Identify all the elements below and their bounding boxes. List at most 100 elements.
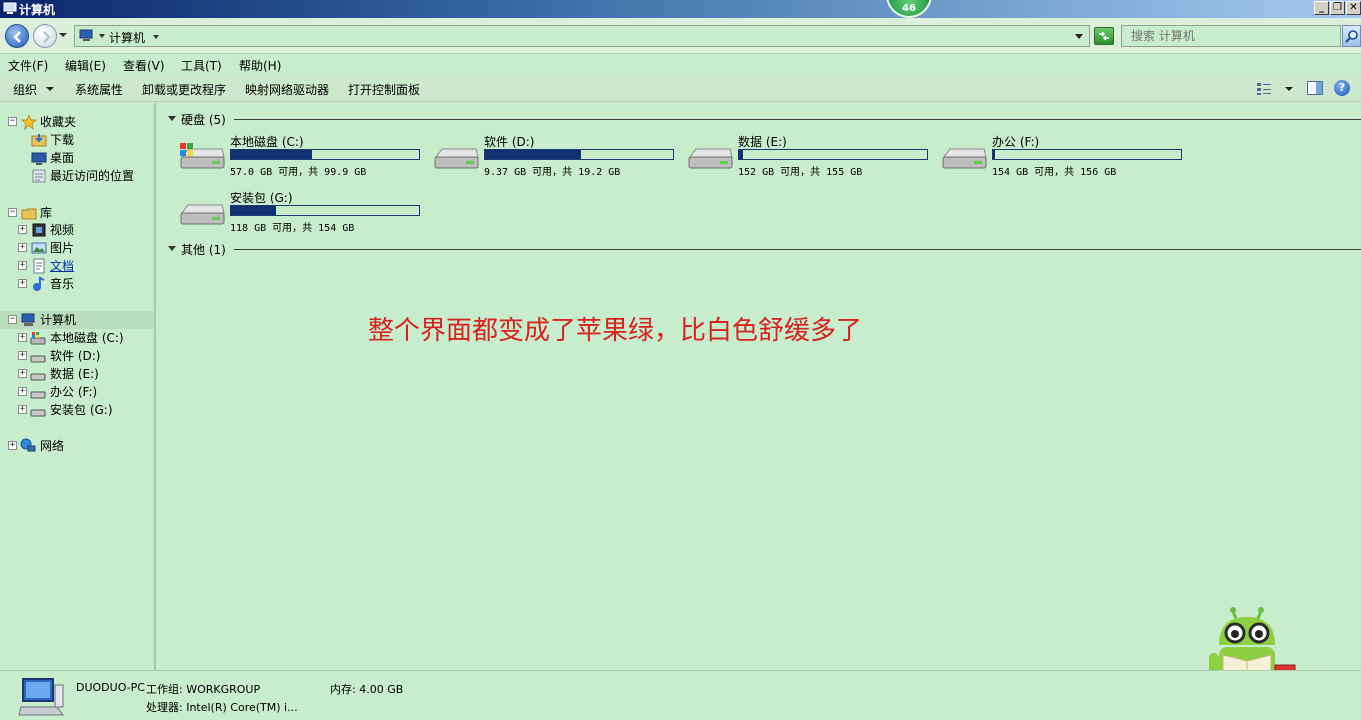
tree-music[interactable]: + 音乐 [0,275,154,293]
tree-desktop[interactable]: 桌面 [0,149,154,167]
tree-drive-e[interactable]: + 数据 (E:) [0,365,154,383]
drive-tile[interactable]: 软件 (D:) 9.37 GB 可用，共 19.2 GB [432,133,682,179]
drive-tile[interactable]: 数据 (E:) 152 GB 可用，共 155 GB [686,133,936,179]
expand-icon[interactable]: + [18,369,27,378]
forward-arrow-icon [43,31,51,43]
expand-icon[interactable]: + [18,351,27,360]
open-control-panel-button[interactable]: 打开控制面板 [348,81,420,98]
tree-label: 计算机 [40,313,77,327]
preview-pane-icon[interactable] [1307,81,1323,95]
hard-drive-icon [30,355,46,363]
tree-label: 收藏夹 [40,115,77,129]
tree-network[interactable]: + 网络 [0,437,154,455]
tree-favorites[interactable]: − 收藏夹 [0,113,154,131]
drive-tile[interactable]: 本地磁盘 (C:) 57.0 GB 可用，共 99.9 GB [178,133,428,179]
drive-name: 本地磁盘 (C:) [230,135,304,149]
refresh-button[interactable] [1094,27,1114,45]
notification-badge[interactable]: 46 [886,0,932,18]
expand-icon[interactable]: + [18,243,27,252]
chevron-down-icon[interactable] [99,34,105,38]
system-drive-icon [180,143,225,169]
tree-label: 本地磁盘 (C:) [50,331,124,345]
tree-computer[interactable]: − 计算机 [0,311,154,329]
collapse-icon[interactable]: − [8,208,17,217]
command-bar: 组织 系统属性 卸载或更改程序 映射网络驱动器 打开控制面板 ? [0,76,1361,102]
help-icon[interactable]: ? [1334,80,1350,96]
drive-usage-bar [230,149,420,160]
close-button[interactable]: ✕ [1346,1,1361,15]
tree-label: 下载 [50,133,75,147]
search-field[interactable] [1121,25,1341,47]
drive-usage-fill [739,150,743,159]
star-icon [21,114,37,130]
minimize-button[interactable]: _ [1314,1,1329,15]
chevron-down-icon [168,246,176,251]
tree-pictures[interactable]: + 图片 [0,239,154,257]
tree-label: 网络 [40,439,65,453]
expand-icon[interactable]: + [18,261,27,270]
tree-drive-g[interactable]: + 安装包 (G:) [0,401,154,419]
collapse-icon[interactable]: − [8,117,17,126]
search-button[interactable] [1342,25,1361,47]
address-toolbar: 计算机 [0,18,1361,54]
back-button[interactable] [5,24,29,48]
expand-icon[interactable]: + [18,333,27,342]
search-input[interactable] [1122,26,1340,46]
menu-help[interactable]: 帮助(H) [239,57,281,74]
details-pane: DUODUO-PC 工作组: WORKGROUP 内存: 4.00 GB 处理器… [0,670,1361,720]
expand-icon[interactable]: + [18,387,27,396]
tree-drive-c[interactable]: + 本地磁盘 (C:) [0,329,154,347]
expand-icon[interactable]: + [18,279,27,288]
drive-usage-bar [992,149,1182,160]
tree-drive-f[interactable]: + 办公 (F:) [0,383,154,401]
hard-drive-icon [434,148,479,169]
drive-tile[interactable]: 办公 (F:) 154 GB 可用，共 156 GB [940,133,1190,179]
hard-drive-icon [30,373,46,381]
breadcrumb-computer[interactable]: 计算机 [109,29,145,46]
group-header-hard-disks[interactable]: 硬盘 (5) [168,111,1361,127]
address-history-dropdown[interactable] [1075,34,1083,39]
menu-tools[interactable]: 工具(T) [181,57,222,74]
computer-icon [21,313,35,326]
group-label: 其他 (1) [181,243,226,257]
tree-label: 办公 (F:) [50,385,98,399]
drive-tile[interactable]: 安装包 (G:) 118 GB 可用，共 154 GB [178,189,428,235]
change-view-icon[interactable] [1256,82,1272,96]
tree-libraries[interactable]: − 库 [0,204,154,222]
drive-usage-bar [484,149,674,160]
map-network-drive-button[interactable]: 映射网络驱动器 [245,81,329,98]
expand-icon[interactable]: + [18,405,27,414]
restore-button[interactable]: ❐ [1330,1,1345,15]
expand-icon[interactable]: + [8,441,17,450]
tree-downloads[interactable]: 下载 [0,131,154,149]
drive-usage-fill [231,150,312,159]
recent-pages-dropdown[interactable] [59,33,67,37]
annotation-text: 整个界面都变成了苹果绿，比白色舒缓多了 [368,316,863,346]
group-header-other[interactable]: 其他 (1) [168,241,1361,257]
uninstall-program-button[interactable]: 卸载或更改程序 [142,81,226,98]
view-options-dropdown[interactable] [1285,87,1293,91]
menu-edit[interactable]: 编辑(E) [65,57,106,74]
picture-icon [31,242,47,254]
back-arrow-icon [13,31,21,43]
tree-recent-places[interactable]: 最近访问的位置 [0,167,154,185]
tree-label: 最近访问的位置 [50,169,135,183]
tree-videos[interactable]: + 视频 [0,221,154,239]
menu-file[interactable]: 文件(F) [8,57,48,74]
chevron-down-icon [46,87,54,91]
drive-usage-bar [738,149,928,160]
address-bar[interactable]: 计算机 [74,25,1090,47]
collapse-icon[interactable]: − [8,315,17,324]
menu-view[interactable]: 查看(V) [123,57,165,74]
chevron-down-icon[interactable] [153,35,159,39]
expand-icon[interactable]: + [18,225,27,234]
forward-button[interactable] [33,24,57,48]
organize-button[interactable]: 组织 [13,81,37,98]
tree-drive-d[interactable]: + 软件 (D:) [0,347,154,365]
tree-documents[interactable]: + 文档 [0,257,154,275]
group-label: 硬盘 (5) [181,113,226,127]
drive-name: 数据 (E:) [738,135,787,149]
hard-drive-icon [30,409,46,417]
system-properties-button[interactable]: 系统属性 [75,81,123,98]
drive-usage-fill [485,150,581,159]
